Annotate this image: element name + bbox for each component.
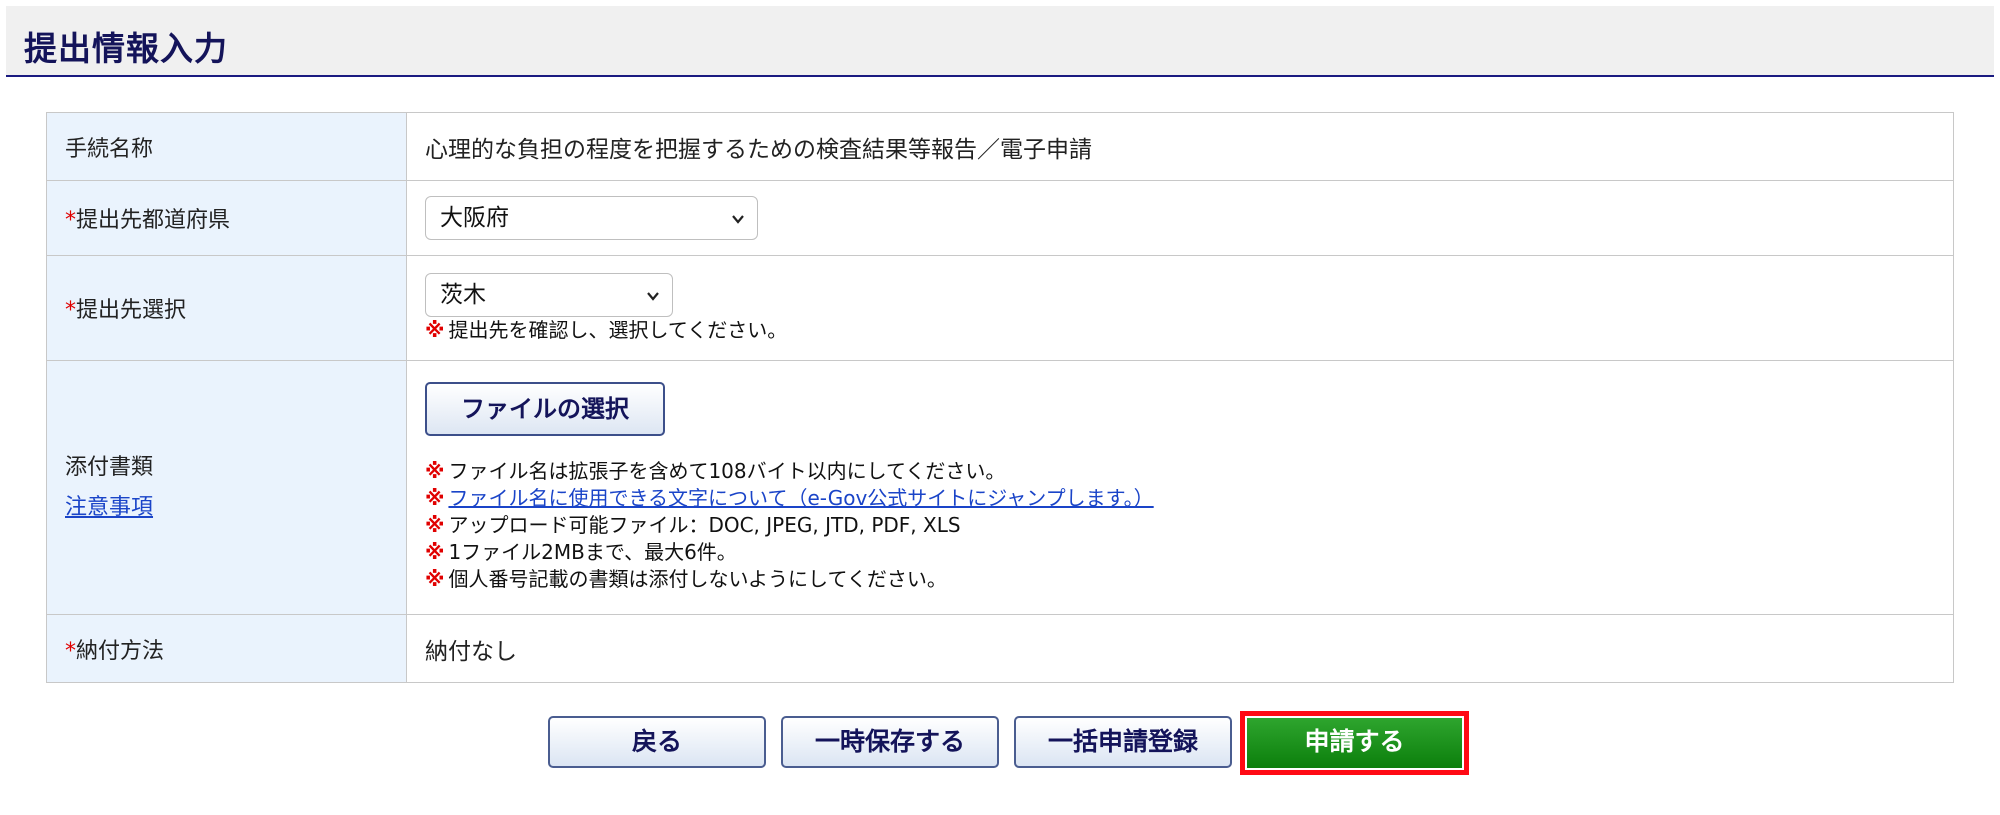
destination-row: *提出先選択 茨木 ※ 提出先を確認し、選択してください。	[46, 255, 1954, 361]
required-mark: *	[65, 298, 76, 323]
attachments-row: 添付書類 注意事項 ファイルの選択 ※ ファイル名は拡張子を含めて108バイト以内…	[46, 360, 1954, 615]
destination-label-cell: *提出先選択	[46, 255, 407, 361]
payment-row: *納付方法 納付なし	[46, 614, 1954, 683]
attachments-value-cell: ファイルの選択 ※ ファイル名は拡張子を含めて108バイト以内にしてください。 ※…	[406, 360, 1954, 615]
note-mark: ※	[425, 540, 445, 564]
submit-button-highlight[interactable]: 申請する	[1240, 711, 1469, 775]
attachment-note: ※ 個人番号記載の書類は添付しないようにしてください。	[425, 566, 1953, 593]
back-button[interactable]: 戻る	[548, 716, 766, 768]
destination-note: ※ 提出先を確認し、選択してください。	[425, 317, 1953, 344]
note-mark: ※	[425, 513, 445, 537]
attachment-note: ※ ファイル名に使用できる文字について（e-Gov公式サイトにジャンプします。）	[425, 485, 1953, 512]
prefecture-label-cell: *提出先都道府県	[46, 180, 407, 256]
submit-button[interactable]: 申請する	[1245, 716, 1464, 770]
chevron-down-icon	[647, 291, 659, 301]
procedure-value-cell: 心理的な負担の程度を把握するための検査結果等報告／電子申請	[406, 112, 1954, 181]
destination-select[interactable]: 茨木	[425, 272, 673, 317]
note-mark: ※	[425, 459, 445, 483]
prefecture-select-value: 大阪府	[440, 205, 509, 231]
required-mark: *	[65, 208, 76, 233]
choose-file-button[interactable]: ファイルの選択	[425, 382, 665, 436]
procedure-row: 手続名称 心理的な負担の程度を把握するための検査結果等報告／電子申請	[46, 112, 1954, 181]
payment-label: 納付方法	[76, 638, 165, 664]
prefecture-value-cell: 大阪府	[406, 180, 1954, 256]
filename-length-note: ファイル名は拡張子を含めて108バイト以内にしてください。	[448, 459, 1006, 483]
destination-label: 提出先選択	[76, 298, 187, 323]
required-mark: *	[65, 638, 76, 664]
allowed-characters-link[interactable]: ファイル名に使用できる文字について（e-Gov公式サイトにジャンプします。）	[448, 486, 1153, 510]
personal-number-note: 個人番号記載の書類は添付しないようにしてください。	[448, 567, 947, 591]
payment-method-value: 納付なし	[425, 638, 517, 665]
note-mark: ※	[425, 317, 445, 342]
allowed-file-types-note: アップロード可能ファイル：DOC, JPEG, JTD, PDF, XLS	[448, 513, 961, 537]
prefecture-select[interactable]: 大阪府	[425, 196, 758, 240]
prefecture-label: 提出先都道府県	[76, 208, 231, 233]
note-mark: ※	[425, 567, 445, 591]
page-title: 提出情報入力	[24, 29, 228, 68]
prefecture-row: *提出先都道府県 大阪府	[46, 180, 1954, 256]
attachment-note: ※ ファイル名は拡張子を含めて108バイト以内にしてください。	[425, 458, 1953, 485]
page-header: 提出情報入力	[6, 6, 1994, 77]
save-draft-button[interactable]: 一時保存する	[781, 716, 999, 768]
payment-value-cell: 納付なし	[406, 614, 1954, 683]
attachments-label: 添付書類	[65, 454, 154, 480]
payment-label-cell: *納付方法	[46, 614, 407, 683]
attachment-note: ※ アップロード可能ファイル：DOC, JPEG, JTD, PDF, XLS	[425, 512, 1953, 539]
destination-note-text: 提出先を確認し、選択してください。	[448, 317, 788, 342]
attachments-label-cell: 添付書類 注意事項	[46, 360, 407, 615]
file-size-limit-note: 1ファイル2MBまで、最大6件。	[448, 540, 737, 564]
notice-link[interactable]: 注意事項	[65, 495, 153, 520]
chevron-down-icon	[732, 215, 744, 224]
destination-select-value: 茨木	[440, 281, 486, 308]
submission-form-table: 手続名称 心理的な負担の程度を把握するための検査結果等報告／電子申請 *提出先都…	[46, 112, 1954, 683]
destination-value-cell: 茨木 ※ 提出先を確認し、選択してください。	[406, 255, 1954, 361]
bulk-register-button[interactable]: 一括申請登録	[1014, 716, 1232, 768]
attachment-note: ※ 1ファイル2MBまで、最大6件。	[425, 539, 1953, 566]
procedure-label-cell: 手続名称	[46, 112, 407, 181]
procedure-label: 手続名称	[65, 136, 154, 162]
procedure-name: 心理的な負担の程度を把握するための検査結果等報告／電子申請	[425, 136, 1092, 163]
note-mark: ※	[425, 486, 445, 510]
